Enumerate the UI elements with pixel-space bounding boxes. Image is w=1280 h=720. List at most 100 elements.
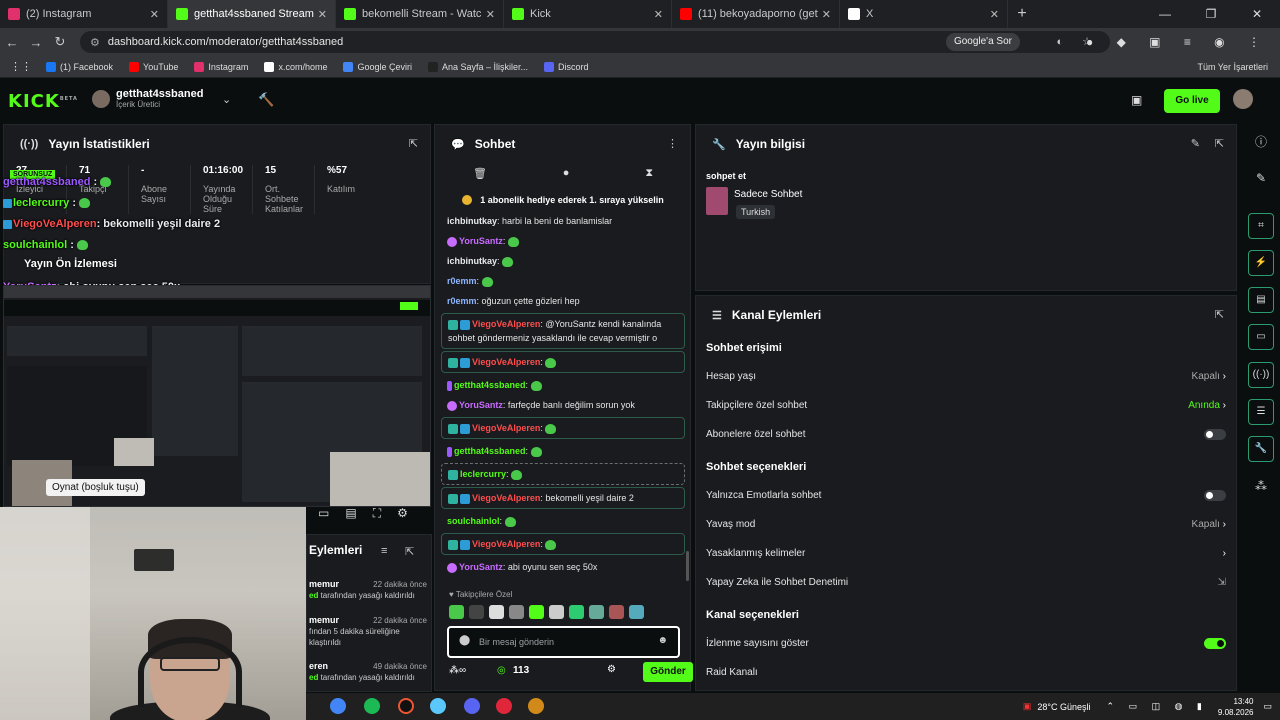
chat-username[interactable]: ichbinutkay [447, 256, 497, 266]
chat-username[interactable]: ViegoVeAlperen [472, 493, 540, 503]
chat-mode-icon[interactable]: ● [563, 167, 570, 180]
chat-message[interactable]: ViegoVeAlperen: [441, 533, 685, 555]
chat-icon[interactable]: ▭ [1248, 324, 1274, 350]
close-window-icon[interactable]: ✕ [1234, 0, 1280, 28]
emote-icon[interactable] [569, 605, 584, 619]
chat-username[interactable]: getthat4ssbaned [454, 380, 526, 390]
back-icon[interactable]: ← [0, 35, 24, 50]
restore-icon[interactable]: ❐ [1188, 0, 1234, 28]
apps-icon[interactable]: ⁂ [1248, 479, 1274, 493]
chat-message[interactable]: ViegoVeAlperen: [441, 351, 685, 373]
extension-icons[interactable]: ● ◆ ▣ ≡ ◉ ⋮ [1086, 28, 1270, 56]
bookmark-item[interactable]: Ana Sayfa – İlişkiler... [428, 61, 528, 72]
site-info-icon[interactable]: ⚙ [90, 36, 100, 49]
browser-tab[interactable]: X ✕ [840, 0, 1008, 28]
emote-icon[interactable] [529, 605, 544, 619]
channel-action-row[interactable]: Yalnızca Emotlarla sohbet [706, 489, 1226, 503]
chat-username[interactable]: YoruSantz [459, 400, 503, 410]
channel-action-row[interactable]: Hesap yaşı Kapalı › [706, 370, 1226, 384]
spotify-icon[interactable] [364, 698, 380, 714]
wrench-icon[interactable]: 🔧 [1248, 436, 1274, 462]
chat-settings-icon[interactable]: ⚙ [607, 664, 616, 675]
chat-username[interactable]: getthat4ssbaned [454, 446, 526, 456]
bookmark-item[interactable]: (1) Facebook [46, 61, 113, 72]
edit-icon[interactable]: ✎ [1191, 137, 1200, 150]
kick-logo[interactable]: KICKBETA [8, 91, 78, 112]
channel-action-row[interactable]: Takipçilere özel sohbet Anında › [706, 399, 1226, 413]
chat-message[interactable]: YoruSantz: farfeçde banlı değilim sorun … [441, 395, 685, 415]
obs-icon[interactable] [398, 698, 414, 714]
emote-icon[interactable] [609, 605, 624, 619]
popout-icon[interactable]: ⇱ [1215, 137, 1224, 150]
discord-icon[interactable] [464, 698, 480, 714]
chat-message[interactable]: ViegoVeAlperen: bekomelli yeşil daire 2 [441, 487, 685, 509]
google-sor-button[interactable]: Google'a Sor [945, 33, 1020, 51]
bookmark-item[interactable]: Instagram [194, 61, 248, 72]
chat-username[interactable]: ichbinutkay [447, 216, 497, 226]
app-icon[interactable] [430, 698, 446, 714]
emote-icon[interactable] [549, 605, 564, 619]
chat-username[interactable]: ViegoVeAlperen [472, 423, 540, 433]
user-avatar[interactable] [1233, 89, 1253, 109]
popout-icon[interactable]: ⇱ [409, 137, 418, 150]
chat-input-box[interactable]: ⬤ ☻ [447, 626, 680, 658]
chat-username[interactable]: soulchainlol [447, 516, 500, 526]
channel-switcher[interactable]: getthat4ssbaned İçerik Üretici [92, 88, 203, 109]
chevron-down-icon[interactable]: ⌄ [222, 93, 231, 106]
emote-icon[interactable] [449, 605, 464, 619]
pencil-icon[interactable]: ✎ [1248, 171, 1274, 185]
app-icon[interactable] [528, 698, 544, 714]
theater-icon[interactable]: ▭ [318, 506, 345, 520]
chat-message[interactable]: r0emm: [441, 271, 685, 291]
crop-icon[interactable]: ⌗ [1248, 213, 1274, 239]
chat-message[interactable]: ViegoVeAlperen: [441, 417, 685, 439]
channel-action-row[interactable]: İzlenme sayısını göster [706, 637, 1226, 651]
hourglass-icon[interactable]: ⧗ [645, 167, 653, 180]
emote-icon[interactable] [629, 605, 644, 619]
chat-message[interactable]: getthat4ssbaned: [441, 441, 685, 461]
broadcast-icon[interactable]: ((·)) [1248, 362, 1274, 388]
chat-username[interactable]: YoruSantz [459, 562, 503, 572]
chat-message[interactable]: YoruSantz: abi oyunu sen seç 50x [441, 557, 685, 577]
tab-close-icon[interactable]: ✕ [318, 8, 327, 21]
stream-preview[interactable] [3, 285, 431, 507]
chat-message[interactable]: ichbinutkay: harbi la beni de banlamisla… [441, 211, 685, 231]
bookmark-item[interactable]: x.com/home [264, 61, 327, 72]
fullscreen-icon[interactable]: ⛶ [373, 506, 397, 520]
camera-icon[interactable]: ▣ [1131, 93, 1142, 107]
info-icon[interactable]: ⓘ [1248, 133, 1274, 150]
all-bookmarks[interactable]: Tüm Yer İşaretleri [1197, 56, 1268, 78]
chat-username[interactable]: ViegoVeAlperen [472, 539, 540, 549]
url-bar[interactable]: ⚙ dashboard.kick.com/moderator/getthat4s… [80, 31, 1110, 53]
emote-icon[interactable] [509, 605, 524, 619]
chat-message[interactable]: r0emm: oğuzun çette gözleri hep [441, 291, 685, 311]
layers-icon[interactable]: ☰ [1248, 399, 1274, 425]
emote-icon[interactable] [489, 605, 504, 619]
bookmark-item[interactable]: Discord [544, 61, 589, 72]
bookmark-item[interactable]: Google Çeviri [343, 61, 412, 72]
tray-icons[interactable]: ⌃ ▭ ◫ ◍ ▮ [1107, 701, 1208, 712]
reload-icon[interactable]: ↻ [48, 34, 72, 50]
browser-tab[interactable]: getthat4ssbaned Stream - Kick ✕ [168, 0, 336, 28]
emote-picker-icon[interactable]: ⬤ [459, 635, 470, 646]
emote-icon[interactable] [469, 605, 484, 619]
lightning-icon[interactable]: ⚡ [1248, 250, 1274, 276]
minimize-icon[interactable]: — [1142, 0, 1188, 28]
emote-icon[interactable] [589, 605, 604, 619]
tab-close-icon[interactable]: ✕ [486, 8, 495, 21]
browser-tab[interactable]: (2) Instagram ✕ [0, 0, 168, 28]
chat-scrollbar[interactable] [686, 551, 689, 581]
tab-close-icon[interactable]: ✕ [990, 8, 999, 21]
app-icon[interactable] [496, 698, 512, 714]
browser-tab[interactable]: (11) bekoyadaporno (getthat n... ✕ [672, 0, 840, 28]
channel-action-row[interactable]: Raid Kanalı [706, 666, 1226, 680]
tab-close-icon[interactable]: ✕ [822, 8, 831, 21]
popout-icon[interactable]: ⇱ [1215, 308, 1224, 321]
player-controls[interactable]: ▭▤⛶⚙ [318, 506, 424, 521]
toggle-switch[interactable] [1204, 490, 1226, 501]
bookmark-item[interactable]: YouTube [129, 61, 178, 72]
filter-icon[interactable]: ≡ [381, 545, 387, 557]
chat-username[interactable]: r0emm [447, 296, 477, 306]
apps-icon[interactable]: ⋮⋮ [10, 60, 32, 73]
emoji-icon[interactable]: ☻ [657, 635, 668, 646]
